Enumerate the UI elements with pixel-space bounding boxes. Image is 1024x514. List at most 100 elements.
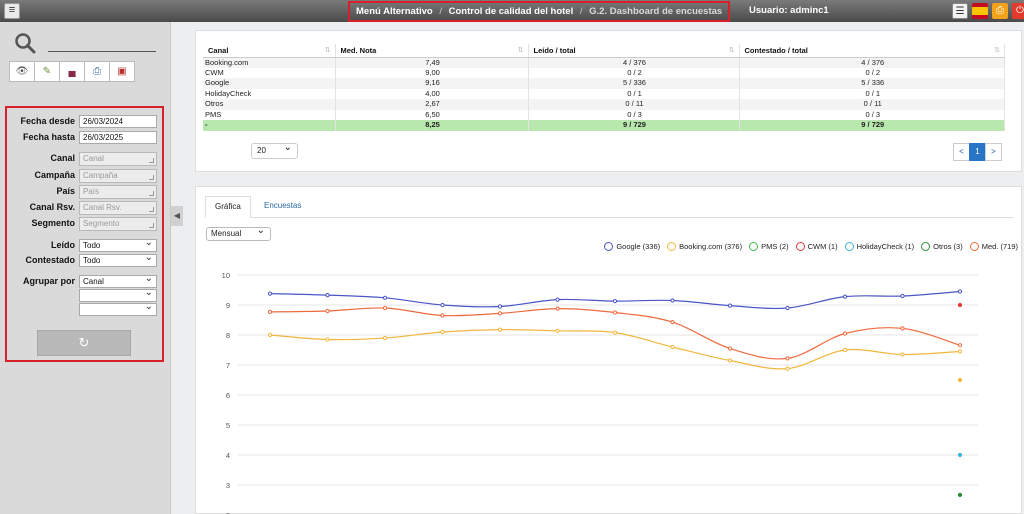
legend-marker [604,242,614,251]
fecha-hasta-label: Fecha hasta [22,132,75,142]
printer-icon[interactable]: ⎙ [84,61,110,82]
data-point [440,313,445,318]
legend-item[interactable]: Otros (3) [921,242,963,251]
filter-row-agrupar: Agrupar por Canal [7,273,162,289]
refresh-button[interactable]: ↻ [37,330,131,356]
table-cell: HolidayCheck [203,88,336,99]
breadcrumb-separator: / [579,6,583,17]
legend-item[interactable]: Google (336) [604,242,660,251]
table-row: HolidayCheck 4,00 0 / 10 / 1 [203,88,1005,99]
fax-icon[interactable]: ▣ [109,61,135,82]
pager-next[interactable]: > [985,143,1002,161]
table-row: Google 9,16 5 / 336 5 / 336 [203,78,1005,89]
legend-item[interactable]: PMS (2) [749,242,789,251]
period-select[interactable]: Mensual [206,225,271,241]
fecha-desde-input[interactable]: 26/03/2024 [79,115,157,128]
pager-page-1[interactable]: 1 [969,143,986,161]
data-point [497,327,503,332]
data-point [957,302,963,308]
column-header-contestado[interactable]: Contestado / total ⇅ [739,44,1005,58]
data-point [382,335,388,341]
table-cell: 2,67 [335,99,529,110]
breadcrumb-separator: / [439,6,442,17]
data-point [555,297,560,302]
legend-label: CWM (1) [807,242,838,251]
campana-field[interactable]: Campaña [79,169,157,183]
legend-label: Booking.com (376) [679,242,743,251]
y-tick-label: 4 [226,451,230,460]
y-tick-label: 7 [226,361,230,370]
breadcrumb-item-current: G.2. Dashboard de encuestas [589,6,723,17]
page-size-select[interactable]: 20 [251,141,298,159]
y-tick-label: 9 [226,301,230,310]
spain-flag-icon[interactable] [972,3,988,19]
car-icon[interactable]: ▄ [59,61,85,82]
table-cell: Booking.com [203,57,336,68]
chevron-left-icon[interactable]: ◀ [171,206,183,226]
agrupar-select-3[interactable] [79,301,157,316]
data-point [612,310,618,315]
table-cell: 0 / 2 [739,67,1005,78]
data-point [382,295,388,300]
data-point [957,492,963,497]
table-cell: PMS [203,109,336,120]
table-row: Booking.com 7,49 4 / 376 4 / 376 [203,57,1005,68]
pais-label: País [56,186,75,196]
quick-icon-bar: 👁 ✎ ▄ ⎙ ▣ [9,61,140,82]
table-cell: 4 / 376 [739,57,1005,68]
document-icon[interactable]: ☰ [952,3,968,19]
edit-icon[interactable]: ✎ [34,61,60,82]
pager-prev[interactable]: < [953,143,970,161]
leido-select[interactable]: Todo [79,237,157,252]
search-input[interactable] [48,51,156,52]
data-point [842,331,848,336]
table-cell: Otros [203,99,336,110]
contestado-select[interactable]: Todo [79,252,157,267]
eye-icon[interactable]: 👁 [9,61,35,82]
table-total-row: -8,25 9 / 729 9 / 729 [203,120,1005,131]
data-point [555,328,560,333]
segmento-field[interactable]: Segmento [79,217,157,231]
data-point [957,452,963,458]
leido-label: Leído [51,240,75,250]
legend-item[interactable]: Med. (719) [969,242,1018,251]
y-tick-label: 6 [226,391,230,400]
canal-label: Canal [50,153,75,163]
legend-item[interactable]: HolidayCheck (1) [844,242,914,251]
breadcrumb-item-menu[interactable]: Menú Alternativo [356,6,433,17]
tab-encuestas[interactable]: Encuestas [255,196,310,218]
filter-row-fecha-hasta: Fecha hasta 26/03/2025 [7,131,162,145]
column-header-nota[interactable]: Med. Nota ⇅ [335,44,529,58]
data-point [727,358,733,363]
pagination: < 1 > [953,143,1002,161]
hamburger-icon[interactable]: ≡ [4,3,20,19]
print-icon[interactable]: ⎙ [992,3,1008,19]
filter-row-pais: País País [7,185,162,199]
search-icon[interactable] [14,32,36,54]
data-point [957,289,963,294]
user-label: Usuario: adminc1 [749,5,829,16]
legend-item[interactable]: CWM (1) [795,242,838,251]
sidebar: 👁 ✎ ▄ ⎙ ▣ Fecha desde 26/03/2024 Fecha h… [0,22,171,514]
column-header-canal[interactable]: Canal ⇅ [203,44,336,58]
data-point [900,293,905,299]
fecha-hasta-input[interactable]: 26/03/2025 [79,131,157,144]
breadcrumb-item-control[interactable]: Control de calidad del hotel [449,6,574,17]
data-point [325,293,330,298]
segmento-label: Segmento [31,218,75,228]
table-cell: 9 / 729 [739,120,1005,131]
power-icon[interactable]: ⏻ [1012,3,1024,19]
data-point [842,347,848,353]
filter-row-segmento: Segmento Segmento [7,217,162,231]
canal-rsv-field[interactable]: Canal Rsv. [79,201,157,215]
sort-icon: ⇅ [728,47,735,54]
campana-label: Campaña [34,170,75,180]
tab-grafica[interactable]: Gráfica [205,196,251,218]
pais-field[interactable]: País [79,185,157,199]
legend-marker [969,242,979,251]
canal-field[interactable]: Canal [79,152,157,166]
legend-marker [921,242,931,251]
column-header-leido[interactable]: Leído / total ⇅ [528,44,740,58]
table-row: Otros 2,67 0 / 11 0 / 11 [203,99,1005,110]
legend-item[interactable]: Booking.com (376) [667,242,742,251]
